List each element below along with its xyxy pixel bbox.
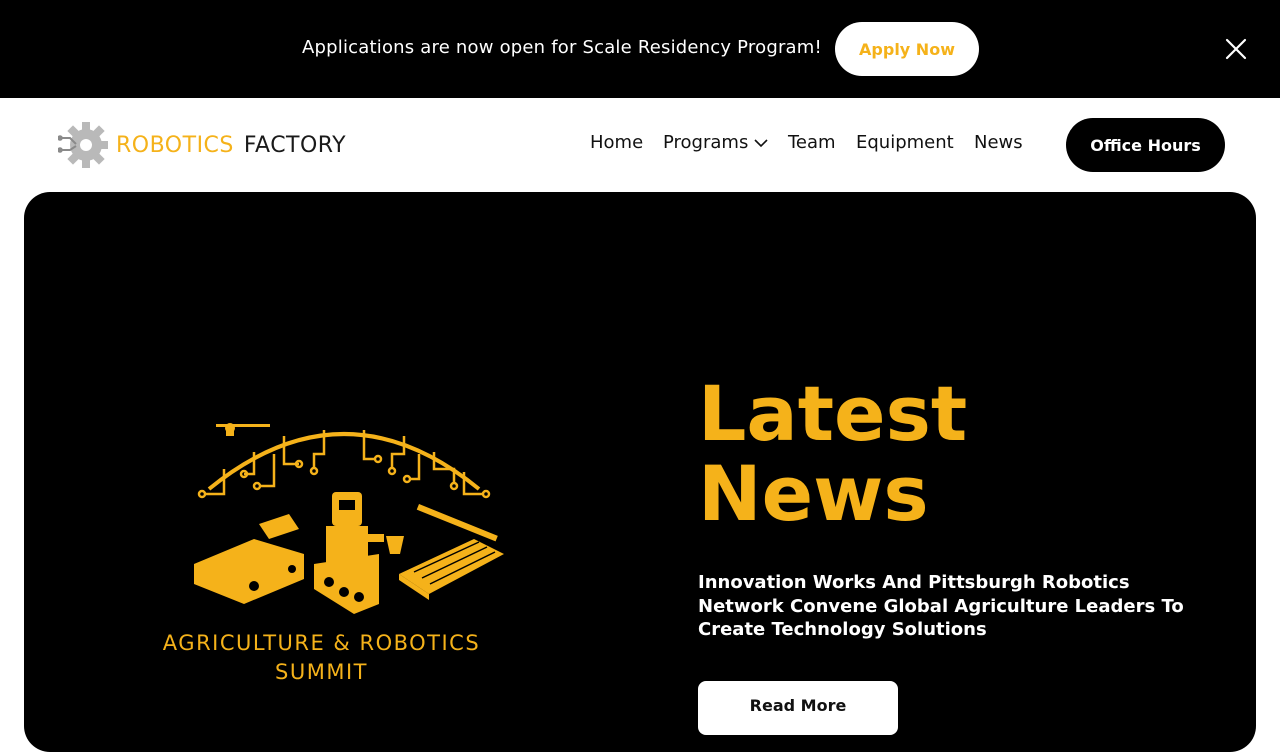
site-logo[interactable]: ROBOTICS FACTORY: [58, 120, 346, 170]
gear-icon: [58, 122, 108, 168]
close-icon[interactable]: [1224, 37, 1248, 61]
announcement-bar: Applications are now open for Scale Resi…: [0, 0, 1280, 98]
nav-programs-label: Programs: [663, 132, 749, 153]
read-more-button[interactable]: Read More: [698, 681, 898, 735]
chevron-down-icon: [754, 138, 768, 147]
nav-equipment[interactable]: Equipment: [856, 132, 954, 153]
latest-news-heading: Latest News: [698, 369, 968, 538]
logo-word-robotics: ROBOTICS: [116, 132, 234, 158]
nav-news[interactable]: News: [974, 132, 1023, 153]
apply-now-button[interactable]: Apply Now: [835, 22, 979, 76]
announcement-text: Applications are now open for Scale Resi…: [302, 37, 822, 58]
office-hours-button[interactable]: Office Hours: [1066, 118, 1225, 172]
site-header: ROBOTICS FACTORY Home Programs Team Equip…: [0, 98, 1280, 192]
summit-title: AGRICULTURE & ROBOTICS SUMMIT: [162, 631, 481, 684]
hero-section: AGRICULTURE & ROBOTICS SUMMIT Latest New…: [24, 192, 1256, 752]
nav-home[interactable]: Home: [590, 132, 643, 153]
logo-word-factory: FACTORY: [243, 132, 347, 158]
nav-team[interactable]: Team: [788, 132, 836, 153]
nav-programs[interactable]: Programs: [663, 132, 768, 153]
news-headline: Innovation Works And Pittsburgh Robotics…: [698, 572, 1184, 640]
